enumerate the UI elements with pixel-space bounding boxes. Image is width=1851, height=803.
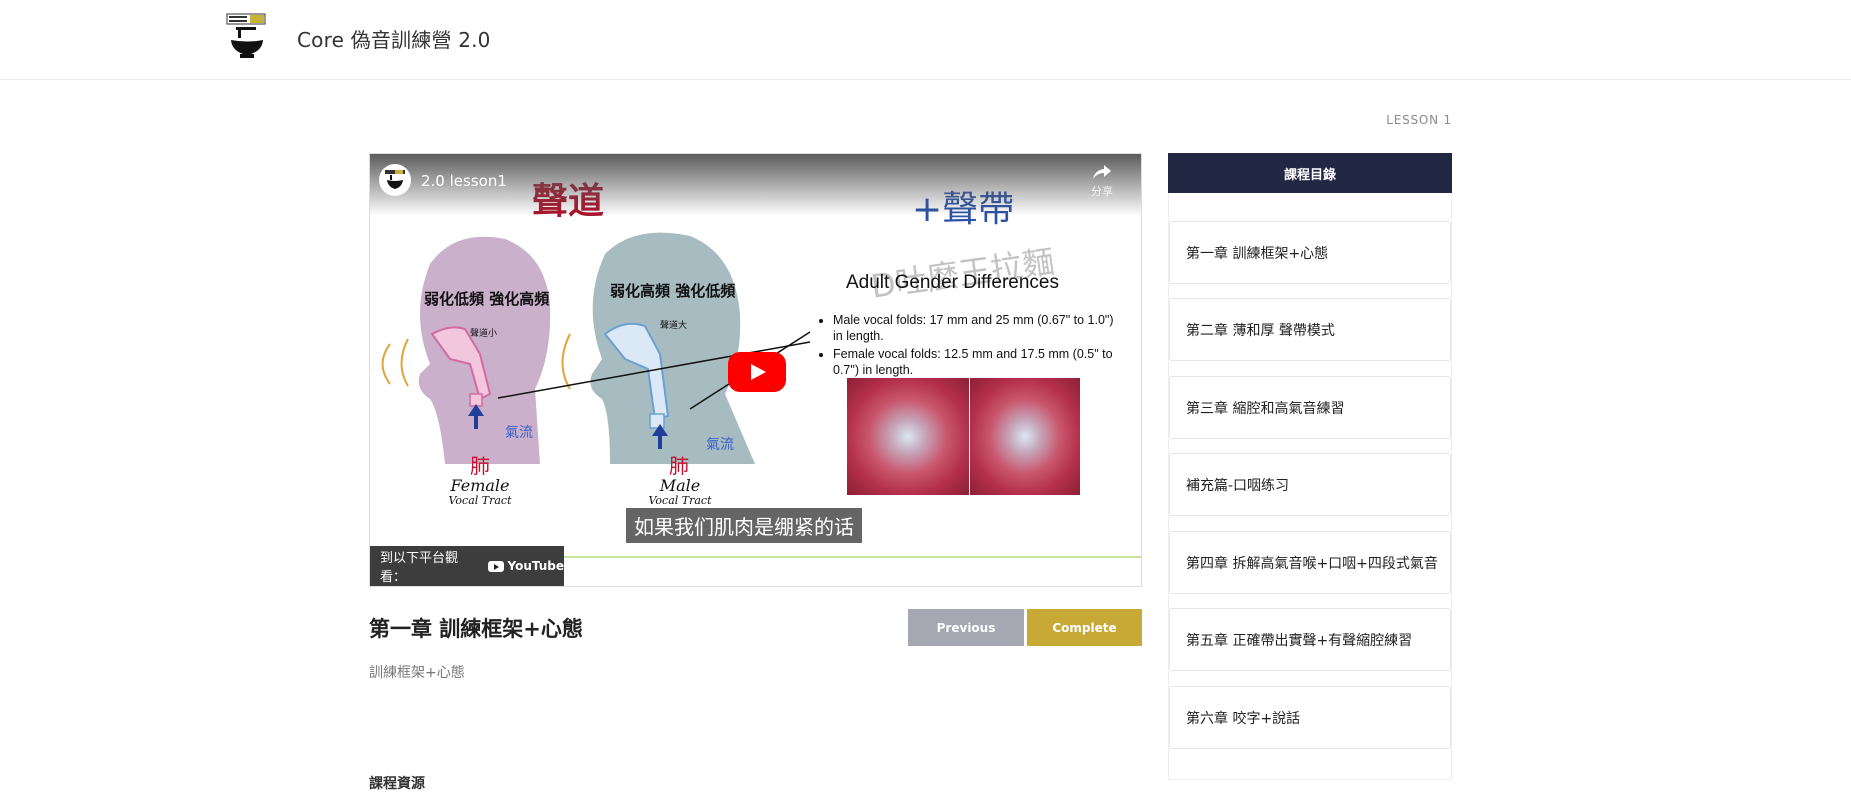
male-vocal-tract-label: Vocal Tract — [648, 494, 712, 507]
female-lung-label: 肺 — [470, 454, 490, 478]
share-label: 分享 — [1091, 185, 1113, 198]
previous-button[interactable]: Previous — [908, 609, 1024, 646]
watch-on-label: 到以下平台觀看： — [380, 551, 459, 585]
female-vocal-fold-photo — [970, 378, 1080, 495]
male-airflow-label: 氣流 — [706, 437, 734, 453]
share-arrow-icon — [1093, 165, 1111, 179]
photo-caption — [847, 498, 969, 520]
ramen-bowl-logo-icon[interactable] — [226, 13, 268, 63]
video-progress-line — [564, 556, 1141, 558]
female-heading: 弱化低頻 強化高頻 — [424, 290, 550, 308]
video-player[interactable]: 聲道 +聲帶 D吐麼王拉麵 弱化低頻 強化高頻 弱化高頻 強化低頻 聲道小 聲道… — [369, 153, 1142, 587]
top-navigation-bar: Core 偽音訓練營 2.0 — [0, 0, 1851, 80]
photo-caption — [970, 498, 1080, 520]
share-button[interactable]: 分享 — [1087, 164, 1117, 199]
outline-item-chapter-5[interactable]: 第五章 正確帶出實聲+有聲縮腔練習 — [1169, 608, 1451, 671]
outline-item-chapter-3[interactable]: 第三章 縮腔和高氣音練習 — [1169, 376, 1451, 439]
play-button[interactable] — [728, 352, 786, 392]
lesson-title: 第一章 訓練框架+心態 — [369, 617, 583, 641]
male-lung-label: 肺 — [669, 454, 689, 478]
youtube-label: YouTube — [507, 559, 564, 573]
female-airflow-label: 氣流 — [505, 425, 533, 441]
vocal-fold-facts-list: Male vocal folds: 17 mm and 25 mm (0.67"… — [815, 312, 1123, 380]
youtube-logo: YouTube — [488, 559, 564, 573]
outline-item-supplement[interactable]: 補充篇-口咽练习 — [1169, 453, 1451, 516]
female-vocal-tract-label: Vocal Tract — [448, 494, 512, 507]
watch-on-youtube-button[interactable]: 到以下平台觀看： YouTube — [370, 546, 564, 586]
female-small-tract-label: 聲道小 — [470, 329, 498, 339]
adult-gender-differences-title: Adult Gender Differences — [846, 272, 1059, 293]
male-large-tract-label: 聲道大 — [660, 321, 688, 331]
lesson-number-label: LESSON 1 — [1386, 113, 1452, 127]
male-heading: 弱化高頻 強化低頻 — [610, 282, 736, 300]
video-title[interactable]: 2.0 lesson1 — [421, 172, 507, 190]
male-vocal-fold-photo — [847, 378, 969, 495]
complete-button[interactable]: Complete — [1027, 609, 1142, 646]
course-resources-heading: 課程資源 — [369, 776, 425, 792]
outline-item-chapter-6[interactable]: 第六章 咬字+說話 — [1169, 686, 1451, 749]
youtube-play-icon — [488, 560, 505, 572]
lesson-description: 訓練框架+心態 — [369, 665, 465, 681]
course-outline-heading: 課程目錄 — [1168, 153, 1452, 193]
outline-item-chapter-4[interactable]: 第四章 拆解高氣音喉+口咽+四段式氣音 — [1169, 531, 1451, 594]
vocal-fold-fact: Male vocal folds: 17 mm and 25 mm (0.67"… — [833, 312, 1123, 344]
video-subtitle: 如果我们肌肉是绷紧的话 — [626, 508, 862, 543]
female-label: Female — [450, 476, 510, 495]
male-label: Male — [659, 476, 701, 495]
channel-avatar-icon[interactable] — [379, 164, 411, 196]
outline-item-chapter-1[interactable]: 第一章 訓練框架+心態 — [1169, 221, 1451, 284]
outline-item-chapter-2[interactable]: 第二章 薄和厚 聲帶模式 — [1169, 298, 1451, 361]
site-title[interactable]: Core 偽音訓練營 2.0 — [297, 24, 491, 53]
vocal-fold-fact: Female vocal folds: 12.5 mm and 17.5 mm … — [833, 346, 1123, 378]
